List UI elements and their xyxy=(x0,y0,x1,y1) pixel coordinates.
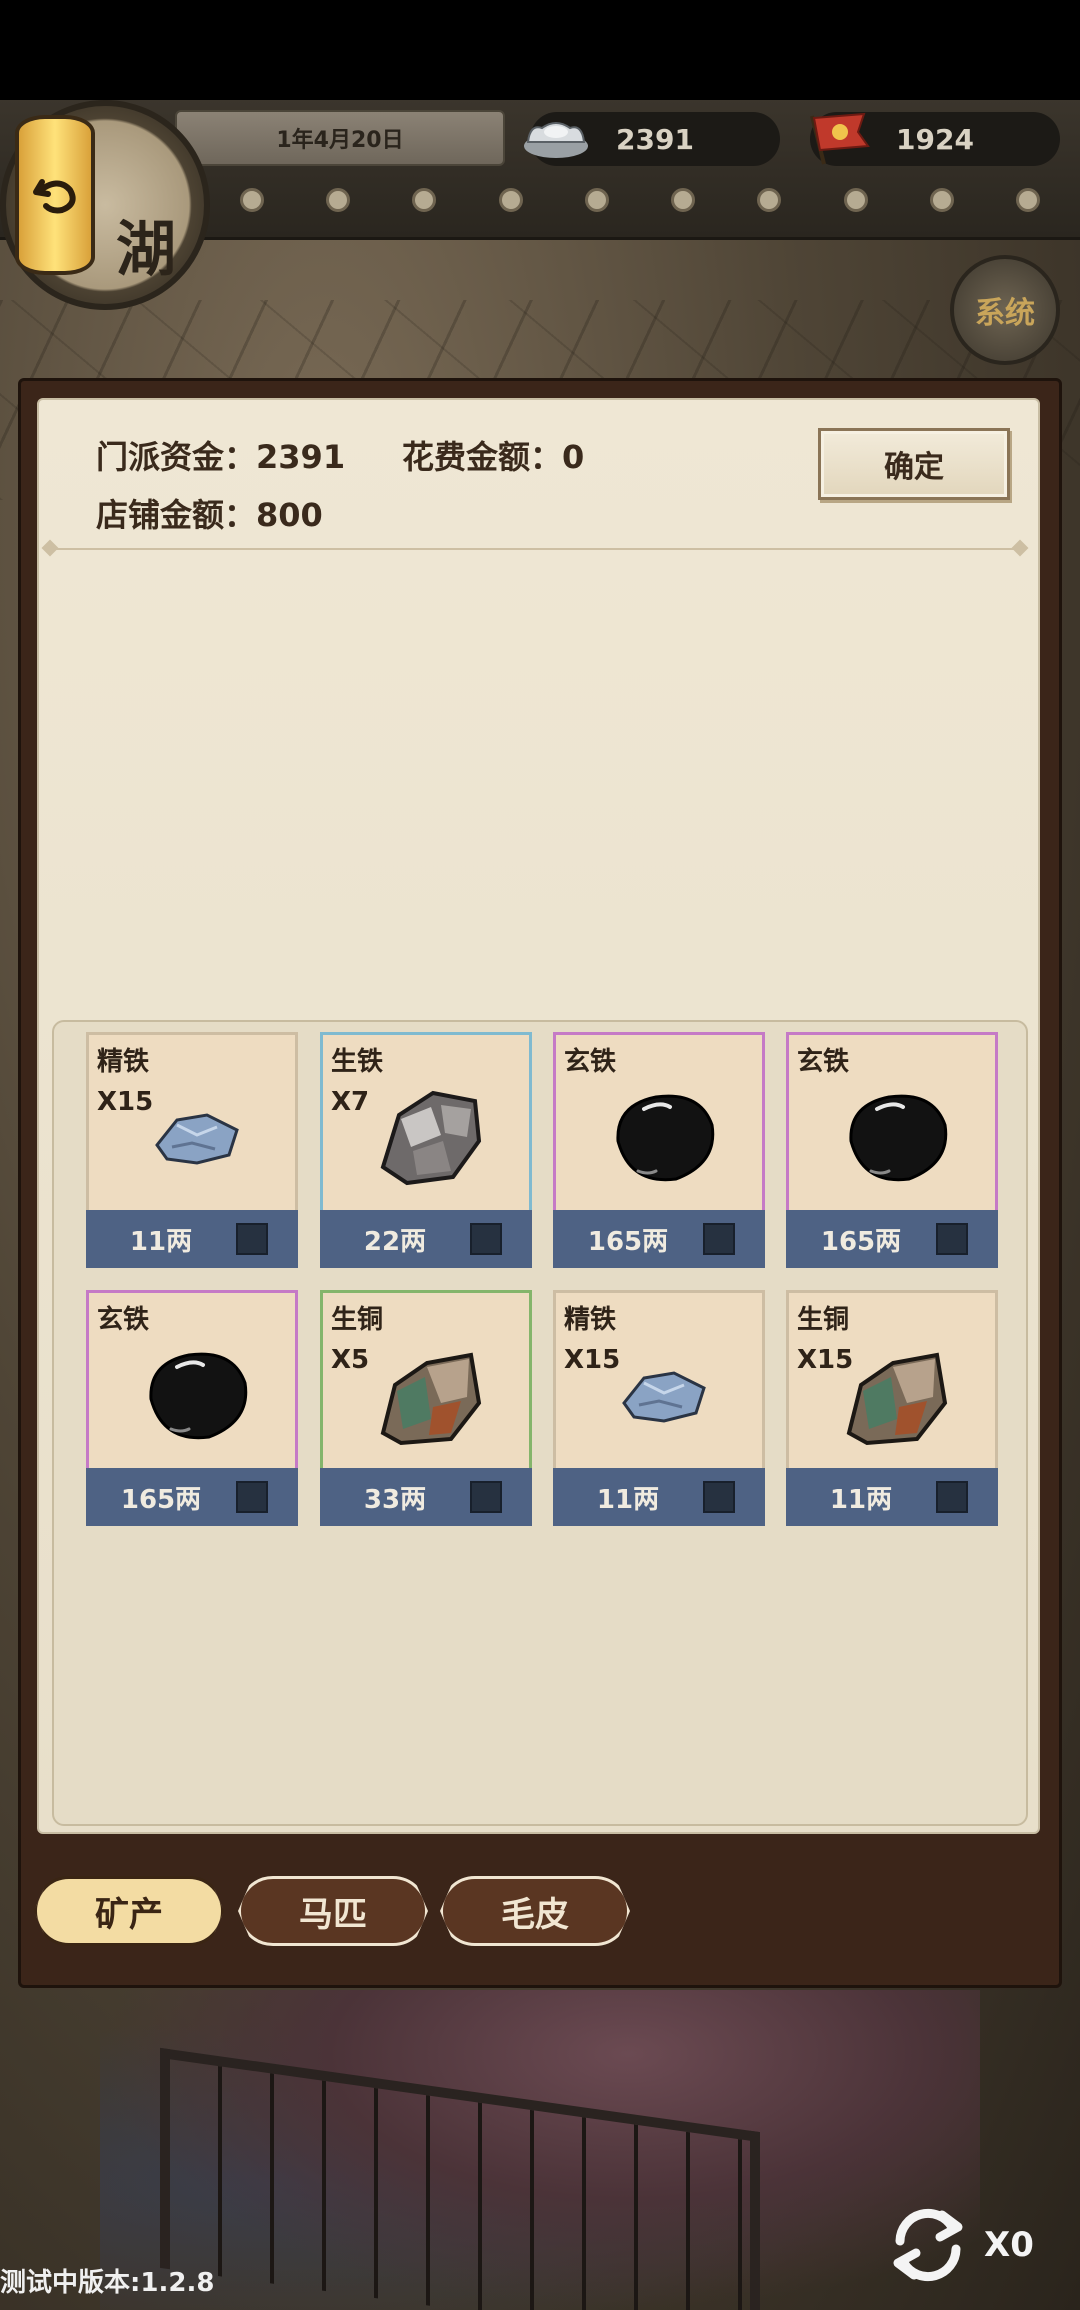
gray-rock-icon xyxy=(380,1090,482,1186)
item-card[interactable]: 玄铁 165两 xyxy=(786,1032,998,1268)
system-label: 系统 xyxy=(975,296,1035,331)
tab-label: 矿产 xyxy=(95,1894,163,1935)
back-button[interactable] xyxy=(15,115,95,275)
black-stone-icon xyxy=(849,1094,948,1182)
item-price: 11两 xyxy=(829,1484,893,1515)
confirm-button[interactable]: 确定 xyxy=(818,428,1010,500)
item-price: 22两 xyxy=(363,1226,427,1257)
dot xyxy=(412,188,437,212)
tab-label: 马匹 xyxy=(299,1894,367,1935)
price-bar: 11两 xyxy=(86,1210,298,1268)
copper-ore-icon xyxy=(846,1352,948,1446)
dot xyxy=(757,188,782,212)
sect-funds-label: 门派资金： xyxy=(96,438,257,476)
item-name: 玄铁 xyxy=(97,1305,150,1335)
sect-funds-value: 2391 xyxy=(256,438,346,476)
medallion-text: 湖 xyxy=(116,215,176,285)
reputation-amount: 1924 xyxy=(896,122,974,156)
blue-ore-icon xyxy=(622,1371,706,1423)
tab-minerals[interactable]: 矿产 xyxy=(34,1876,224,1946)
dot xyxy=(1015,188,1040,212)
spend-amount: 花费金额：0 xyxy=(402,432,584,478)
select-checkbox[interactable] xyxy=(470,1481,502,1513)
price-bar: 22两 xyxy=(320,1210,532,1268)
system-button[interactable]: 系统 xyxy=(950,255,1060,365)
select-checkbox[interactable] xyxy=(470,1223,502,1255)
black-stone-icon xyxy=(616,1094,715,1182)
silver-ingot-icon xyxy=(524,122,588,158)
price-bar: 165两 xyxy=(553,1210,765,1268)
item-price: 165两 xyxy=(820,1226,902,1257)
item-card[interactable]: 生铁 X7 22两 xyxy=(320,1032,532,1268)
item-price: 11两 xyxy=(596,1484,660,1515)
item-name: 生铜 xyxy=(797,1305,850,1335)
tab-horses[interactable]: 马匹 xyxy=(238,1876,428,1946)
flag-icon xyxy=(810,112,870,165)
tab-furs[interactable]: 毛皮 xyxy=(440,1876,630,1946)
item-price: 165两 xyxy=(587,1226,669,1257)
item-name: 生铜 xyxy=(331,1305,384,1335)
price-bar: 33两 xyxy=(320,1468,532,1526)
price-bar: 165两 xyxy=(786,1210,998,1268)
spend-label: 花费金额： xyxy=(402,438,563,476)
back-arrow-icon xyxy=(33,179,76,214)
select-checkbox[interactable] xyxy=(236,1223,268,1255)
dot xyxy=(498,188,523,212)
select-checkbox[interactable] xyxy=(703,1223,735,1255)
blue-ore-icon xyxy=(155,1113,239,1165)
dot xyxy=(584,188,609,212)
dot xyxy=(929,188,954,212)
refresh-button[interactable]: X0 xyxy=(880,2190,1070,2300)
price-bar: 165两 xyxy=(86,1468,298,1526)
item-card[interactable]: 玄铁 165两 xyxy=(86,1290,298,1526)
date-display: 1年4月20日 xyxy=(175,110,505,166)
confirm-label: 确定 xyxy=(884,450,944,485)
item-name: 生铁 xyxy=(331,1047,384,1077)
dot xyxy=(671,188,696,212)
select-checkbox[interactable] xyxy=(236,1481,268,1513)
select-checkbox[interactable] xyxy=(703,1481,735,1513)
refresh-count: X0 xyxy=(984,2225,1034,2265)
silver-amount: 2391 xyxy=(616,122,694,156)
select-checkbox[interactable] xyxy=(936,1223,968,1255)
item-card[interactable]: 生铜 X5 33两 xyxy=(320,1290,532,1526)
sect-funds: 门派资金：2391 xyxy=(96,432,345,478)
shop-label: 店铺金额： xyxy=(96,496,257,534)
select-checkbox[interactable] xyxy=(936,1481,968,1513)
progress-dots xyxy=(240,188,1080,216)
item-card[interactable]: 生铜 X15 11两 xyxy=(786,1290,998,1526)
dot xyxy=(326,188,351,212)
copper-ore-icon xyxy=(380,1352,482,1446)
item-card[interactable]: 精铁 X15 11两 xyxy=(553,1290,765,1526)
item-price: 33两 xyxy=(363,1484,427,1515)
item-price: 165两 xyxy=(120,1484,202,1515)
version-label: 测试中版本:1.2.8 xyxy=(0,2268,215,2298)
item-name: 玄铁 xyxy=(564,1047,617,1077)
black-stone-icon xyxy=(149,1352,248,1440)
item-quantity: X7 xyxy=(331,1087,370,1117)
item-name: 玄铁 xyxy=(797,1047,850,1077)
spend-value: 0 xyxy=(562,438,585,476)
tab-label: 毛皮 xyxy=(501,1894,569,1935)
dot xyxy=(843,188,868,212)
item-name: 精铁 xyxy=(564,1305,617,1335)
price-bar: 11两 xyxy=(553,1468,765,1526)
item-card[interactable]: 精铁 X15 11两 xyxy=(86,1032,298,1268)
item-card[interactable]: 玄铁 165两 xyxy=(553,1032,765,1268)
item-name: 精铁 xyxy=(97,1047,150,1077)
item-price: 11两 xyxy=(129,1226,193,1257)
refresh-icon xyxy=(893,2208,963,2282)
price-bar: 11两 xyxy=(786,1468,998,1526)
item-quantity: X5 xyxy=(331,1345,370,1375)
shop-value: 800 xyxy=(256,496,323,534)
date-text: 1年4月20日 xyxy=(276,128,404,153)
shop-amount: 店铺金额：800 xyxy=(96,490,323,536)
divider xyxy=(50,548,1020,550)
dot xyxy=(240,188,264,212)
reputation-counter: 1924 xyxy=(810,112,1060,166)
silver-counter: 2391 xyxy=(524,112,780,166)
